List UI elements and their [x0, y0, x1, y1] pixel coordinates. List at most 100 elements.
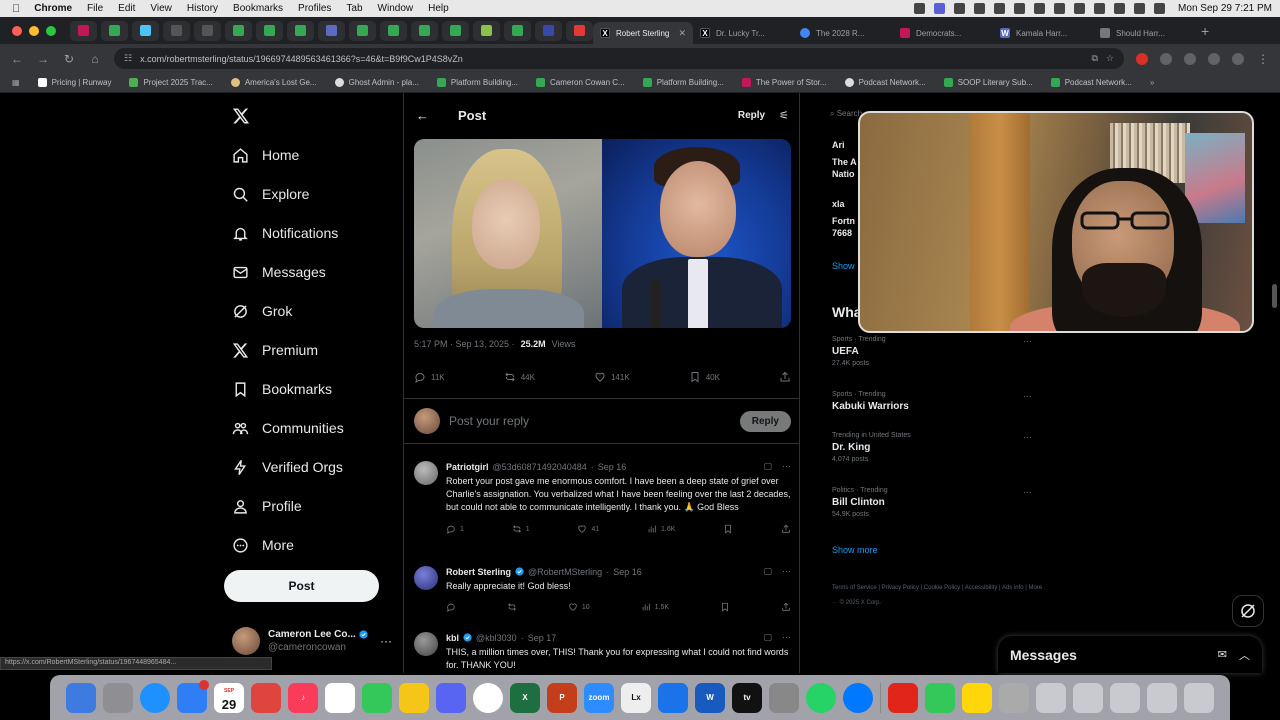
pinned-tab[interactable] — [287, 20, 314, 41]
more-dots-icon[interactable]: ··· — [782, 632, 791, 643]
bookmark-item[interactable]: Ghost Admin - pla... — [334, 78, 419, 87]
window-thumb-icon[interactable] — [1110, 682, 1140, 713]
chrome-icon[interactable] — [473, 682, 503, 713]
reply-author-handle[interactable]: @kbl3030 — [476, 633, 517, 643]
pinned-tab[interactable] — [411, 20, 438, 41]
more-dots-icon[interactable]: ··· — [1023, 391, 1032, 401]
forward-arrow-icon[interactable]: → — [36, 52, 50, 66]
pen-app-icon[interactable] — [769, 682, 799, 713]
bookmark-item[interactable]: Project 2025 Trac... — [129, 78, 213, 87]
pinned-tab[interactable] — [194, 20, 221, 41]
pinned-tab[interactable] — [535, 20, 562, 41]
butterfly-app-icon[interactable] — [399, 682, 429, 713]
pinned-tab[interactable] — [101, 20, 128, 41]
close-window-button[interactable] — [12, 25, 22, 36]
reply-author-name[interactable]: Patriotgirl — [446, 462, 489, 472]
menu-app-name[interactable]: Chrome — [34, 3, 72, 14]
nav-notifications[interactable]: Notifications — [232, 221, 338, 245]
tray-screen-recorder-icon[interactable] — [934, 3, 946, 14]
window-thumb-icon[interactable] — [1073, 682, 1103, 713]
bookmarks-overflow-icon[interactable]: » — [1150, 78, 1154, 87]
pinned-tab[interactable] — [566, 20, 593, 41]
mail-icon[interactable] — [177, 679, 209, 713]
expand-chevron-icon[interactable]: ︿ — [1239, 647, 1250, 663]
reply-item[interactable]: Patriotgirl @53d60871492040484 · Sep 16 … — [404, 461, 799, 534]
minimize-window-button[interactable] — [29, 25, 39, 36]
pinned-tab[interactable] — [225, 20, 252, 41]
calendar-icon[interactable]: SEP 29 — [214, 682, 244, 713]
bookmark-item[interactable]: Podcast Network... — [1050, 78, 1132, 87]
apple-icon[interactable]:  — [12, 3, 20, 15]
discord-icon[interactable] — [436, 682, 466, 713]
reply-date[interactable]: Sep 16 — [613, 567, 642, 577]
nav-messages[interactable]: Messages — [232, 260, 326, 284]
scrollbar-thumb[interactable] — [1272, 284, 1277, 308]
more-dots-icon[interactable]: ··· — [782, 461, 791, 472]
extension-icon[interactable] — [1184, 52, 1196, 65]
reply-item[interactable]: Robert Sterling @RobertMSterling · Sep 1… — [404, 566, 799, 612]
views-action[interactable]: 1.5K — [641, 602, 669, 612]
bookmark-action[interactable] — [723, 524, 733, 534]
tray-app-icon[interactable] — [914, 3, 926, 14]
excel-icon[interactable]: X — [510, 682, 540, 713]
install-app-icon[interactable]: ⧉ — [1091, 53, 1097, 64]
nav-profile[interactable]: Profile — [232, 494, 302, 518]
trash-icon[interactable] — [1184, 682, 1214, 713]
nav-bookmarks[interactable]: Bookmarks — [232, 377, 332, 401]
control-center-icon[interactable] — [1154, 3, 1166, 14]
nav-explore[interactable]: Explore — [232, 182, 309, 206]
nav-verified-orgs[interactable]: Verified Orgs — [232, 455, 343, 479]
tab-should-harris[interactable]: Should Harr... — [1093, 22, 1193, 44]
repost-action[interactable]: 44K — [504, 371, 535, 383]
more-dots-icon[interactable]: ··· — [380, 634, 392, 648]
reply-author-handle[interactable]: @53d60871492040484 — [493, 462, 587, 472]
tab-2028[interactable]: The 2028 R... — [793, 22, 893, 44]
menu-clock[interactable]: Mon Sep 29 7:21 PM — [1178, 3, 1272, 14]
pinned-tab[interactable] — [318, 20, 345, 41]
system-settings-icon[interactable] — [103, 682, 133, 713]
reply-action[interactable] — [446, 602, 456, 612]
grok-button[interactable] — [1232, 595, 1264, 627]
notes-icon[interactable] — [962, 682, 992, 713]
apps-grid-icon[interactable]: ▦ — [12, 78, 20, 87]
tab-robert-sterling[interactable]: X Robert Sterling ✕ — [593, 22, 693, 44]
bookmark-item[interactable]: Pricing | Runway — [37, 78, 111, 87]
reply-author-name[interactable]: Robert Sterling — [446, 567, 511, 577]
wifi-icon[interactable] — [1114, 3, 1126, 14]
safari-icon[interactable] — [140, 682, 170, 713]
tray-app-icon[interactable] — [974, 3, 986, 14]
reload-icon[interactable]: ↻ — [62, 52, 76, 66]
news-icon[interactable] — [251, 682, 281, 713]
tray-app-icon[interactable] — [1054, 3, 1066, 14]
more-dots-icon[interactable]: ··· — [1023, 336, 1032, 346]
pinned-tab[interactable] — [504, 20, 531, 41]
extensions-puzzle-icon[interactable] — [1208, 52, 1220, 65]
bookmark-action[interactable] — [720, 602, 730, 612]
pinned-tab[interactable] — [132, 20, 159, 41]
trend-item[interactable]: Trending in United States Dr. King 4,074… — [832, 432, 1048, 463]
search-input[interactable]: ⌕ Search — [830, 109, 862, 119]
tray-app-icon[interactable] — [954, 3, 966, 14]
menu-view[interactable]: View — [150, 3, 172, 14]
acrobat-icon[interactable] — [888, 682, 918, 713]
filter-sliders-icon[interactable]: ⚟ — [779, 109, 789, 122]
profile-avatar-icon[interactable] — [1232, 52, 1244, 65]
chrome-menu-icon[interactable]: ⋮ — [1256, 52, 1270, 66]
photos-icon[interactable] — [325, 682, 355, 713]
more-dots-icon[interactable]: ··· — [782, 566, 791, 577]
header-reply-button[interactable]: Reply — [730, 106, 773, 125]
bookmark-item[interactable]: Platform Building... — [436, 78, 518, 87]
messages-icon[interactable] — [362, 682, 392, 713]
nav-home[interactable]: Home — [232, 143, 299, 167]
tray-app-icon[interactable] — [1074, 3, 1086, 14]
finder-icon[interactable] — [66, 682, 96, 713]
grok-explain-icon[interactable]: ▢ — [763, 632, 772, 643]
nav-premium[interactable]: Premium — [232, 338, 318, 362]
close-tab-icon[interactable]: ✕ — [678, 28, 686, 39]
new-message-icon[interactable]: ✉ — [1218, 648, 1227, 661]
star-icon[interactable]: ☆ — [1106, 53, 1114, 64]
pinned-tab[interactable] — [380, 20, 407, 41]
reply-action[interactable]: 11K — [414, 371, 445, 383]
bookmark-item[interactable]: SOOP Literary Sub... — [943, 78, 1033, 87]
lex-app-icon[interactable]: Lx — [621, 682, 651, 713]
